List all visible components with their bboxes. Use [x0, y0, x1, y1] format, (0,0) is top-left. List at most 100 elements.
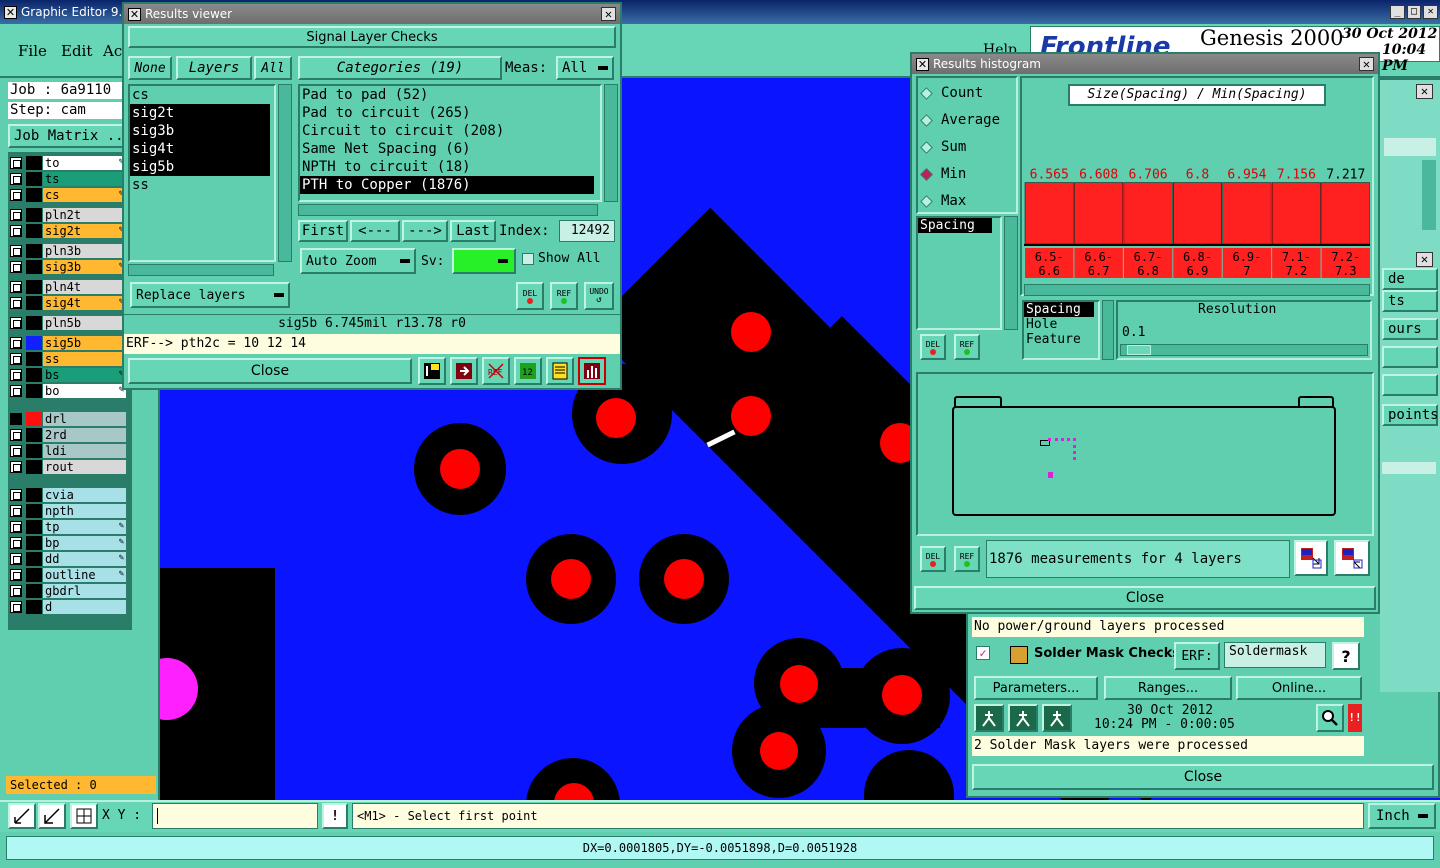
run-button[interactable] — [974, 704, 1004, 732]
histogram-bar[interactable] — [1321, 182, 1370, 245]
layer-row-ldi[interactable]: ldi — [10, 444, 126, 458]
layer-checkbox[interactable] — [10, 445, 22, 457]
layer-name[interactable]: d — [43, 600, 126, 614]
meas-select[interactable]: All — [556, 56, 614, 80]
layer-checkbox[interactable] — [10, 553, 22, 565]
zoom-result-button[interactable] — [1316, 704, 1344, 732]
layer-checkbox[interactable] — [10, 209, 22, 221]
layer-color-swatch[interactable] — [26, 244, 42, 258]
layer-row-ss[interactable]: ss — [10, 352, 126, 366]
layer-color-swatch[interactable] — [26, 296, 42, 310]
histogram-bar[interactable] — [1222, 182, 1272, 245]
param-item-spacing[interactable]: Spacing — [1024, 302, 1094, 317]
layer-checkbox[interactable] — [10, 585, 22, 597]
layer-name[interactable]: cs — [43, 188, 126, 202]
layer-row-pln3b[interactable]: pln3b — [10, 244, 126, 258]
layers-button[interactable]: Layers — [176, 56, 252, 80]
info-button[interactable]: ! — [322, 803, 348, 829]
show-all-checkbox[interactable] — [522, 253, 534, 265]
layer-color-swatch[interactable] — [26, 552, 42, 566]
layer-row-dd[interactable]: dd ✎ — [10, 552, 126, 566]
histogram-list-scroll[interactable] — [1004, 216, 1018, 330]
layer-name[interactable]: pln4t — [43, 280, 126, 294]
layer-checkbox[interactable] — [10, 173, 22, 185]
histogram-button[interactable] — [578, 357, 606, 385]
layer-checkbox[interactable] — [10, 369, 22, 381]
resolution-slider-thumb[interactable] — [1127, 345, 1151, 355]
cursor-color-button[interactable] — [418, 357, 446, 385]
layer-color-swatch[interactable] — [26, 488, 42, 502]
checklist-side-item[interactable]: de — [1382, 268, 1438, 290]
layers-hscroll[interactable] — [128, 264, 274, 276]
checklist-side-item[interactable]: points — [1382, 404, 1439, 426]
histogram-close-x[interactable]: ✕ — [1359, 57, 1374, 71]
last-button[interactable]: Last — [450, 220, 496, 242]
close-window-button[interactable]: ✕ — [1423, 5, 1439, 19]
checklist-side-item[interactable] — [1382, 374, 1438, 396]
menu-file[interactable]: File — [18, 42, 47, 60]
param-list-scroll[interactable] — [1102, 300, 1114, 360]
mode-radio-max[interactable]: Max — [920, 192, 966, 210]
menu-actions[interactable]: Ac — [103, 42, 122, 60]
mode-radio-min[interactable]: Min — [920, 165, 966, 183]
category-item[interactable]: Circuit to circuit (208) — [300, 122, 594, 140]
layer-checkbox[interactable] — [10, 317, 22, 329]
layer-checkbox[interactable] — [10, 281, 22, 293]
layer-name[interactable]: pln5b — [43, 316, 126, 330]
checklist-close-x[interactable]: ✕ — [1416, 84, 1433, 99]
checklist-scroll[interactable] — [1422, 160, 1436, 230]
layer-color-swatch[interactable] — [26, 460, 42, 474]
layer-row-cs[interactable]: cs✎ — [10, 188, 126, 202]
layer-color-swatch[interactable] — [26, 584, 42, 598]
layer-checkbox[interactable] — [10, 461, 22, 473]
erf-field[interactable]: Soldermask — [1224, 642, 1326, 668]
hist-export-button[interactable] — [1294, 540, 1328, 576]
layer-name[interactable]: dd — [43, 552, 126, 566]
layer-color-swatch[interactable] — [26, 368, 42, 382]
layer-name[interactable]: sig2t — [43, 224, 126, 238]
layer-checkbox[interactable] — [10, 489, 22, 501]
categories-button[interactable]: Categories (19) — [298, 56, 502, 80]
layer-color-swatch[interactable] — [26, 336, 42, 350]
next-button[interactable]: ---> — [402, 220, 448, 242]
param-list[interactable]: Spacing Hole Feature — [1022, 300, 1100, 360]
checklist-side-item[interactable]: ts — [1382, 290, 1438, 312]
layer-name[interactable]: to — [43, 156, 126, 170]
layer-checkbox[interactable] — [10, 505, 22, 517]
job-matrix-button[interactable]: Job Matrix .. — [8, 124, 126, 148]
layer-checkbox[interactable] — [10, 225, 22, 237]
category-item[interactable]: PTH to Copper (1876) — [300, 176, 594, 194]
window-menu-icon[interactable]: ✕ — [916, 57, 929, 71]
mode-radio-count[interactable]: Count — [920, 84, 983, 102]
layer-name[interactable]: outline — [43, 568, 126, 582]
layer-color-swatch[interactable] — [26, 156, 42, 170]
layer-checkbox[interactable] — [10, 189, 22, 201]
layer-row-to[interactable]: to✎ — [10, 156, 126, 170]
hist-del-button-2[interactable]: DEL — [920, 546, 946, 572]
window-menu-icon[interactable]: ✕ — [4, 5, 17, 19]
solder-check-checkbox[interactable]: ✓ — [976, 646, 990, 660]
hist-ref-button[interactable]: REF — [954, 334, 980, 360]
grid-button[interactable] — [70, 803, 98, 829]
layer-name[interactable]: ts — [43, 172, 126, 186]
layer-name[interactable]: pln3b — [43, 244, 126, 258]
layer-color-swatch[interactable] — [26, 444, 42, 458]
maximize-button[interactable]: □ — [1406, 5, 1422, 19]
layer-color-swatch[interactable] — [26, 316, 42, 330]
layer-checkbox[interactable] — [10, 353, 22, 365]
histogram-bar[interactable] — [1271, 182, 1321, 245]
report-button[interactable] — [546, 357, 574, 385]
menu-edit[interactable]: Edit — [61, 42, 92, 60]
histogram-hscroll[interactable] — [1024, 284, 1370, 296]
checklist-side-item[interactable] — [1382, 346, 1438, 368]
layer-checkbox[interactable] — [10, 297, 22, 309]
sv-color-select[interactable] — [452, 248, 516, 274]
layer-name[interactable]: pln2t — [43, 208, 126, 222]
units-select[interactable]: Inch — [1368, 803, 1436, 829]
layer-color-swatch[interactable] — [26, 260, 42, 274]
layer-row-2rd[interactable]: 2rd — [10, 428, 126, 442]
histogram-close-button[interactable]: Close — [914, 586, 1376, 610]
layer-color-swatch[interactable] — [26, 568, 42, 582]
layer-row-pln4t[interactable]: pln4t — [10, 280, 126, 294]
layers-listbox[interactable]: cs sig2t sig3b sig4t sig5b ss — [128, 84, 276, 262]
